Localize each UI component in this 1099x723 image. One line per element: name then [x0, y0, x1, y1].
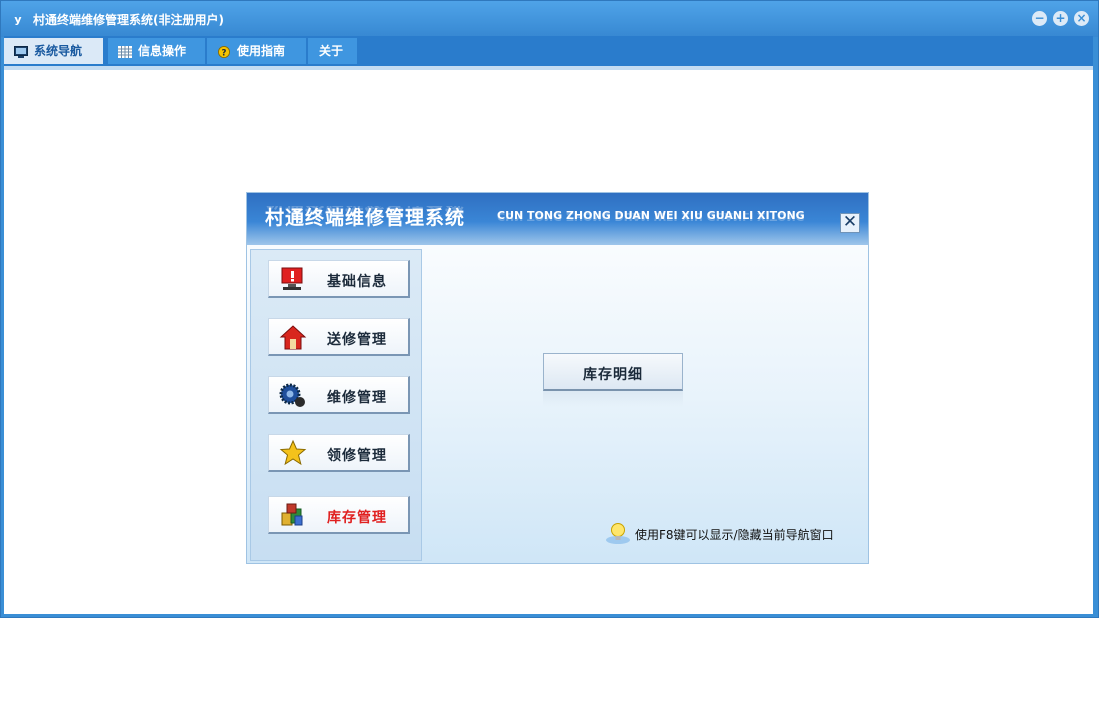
menu-bar: 系统导航 信息操作 ? 使用指南 关于 [4, 36, 1093, 66]
alert-monitor-icon [281, 267, 303, 290]
window-title: 村通终端维修管理系统(非注册用户) [33, 13, 224, 27]
nav-button-repair-send[interactable]: 送修管理 [268, 318, 410, 356]
inventory-detail-button[interactable]: 库存明细 [543, 353, 683, 391]
help-icon: ? [218, 45, 230, 58]
nav-button-label: 基础信息 [327, 274, 387, 290]
nav-button-label: 送修管理 [327, 332, 387, 348]
navigation-panel: 村通终端维修管理系统 村通终端维修管理系统 CUN TONG ZHONG DUA… [246, 192, 869, 564]
nav-button-label: 库存管理 [327, 510, 387, 526]
nav-button-inventory[interactable]: 库存管理 [268, 496, 410, 534]
nav-button-repair-pickup[interactable]: 领修管理 [268, 434, 410, 472]
panel-header: 村通终端维修管理系统 村通终端维修管理系统 CUN TONG ZHONG DUA… [247, 193, 868, 245]
button-reflection [543, 391, 683, 407]
grid-icon [118, 45, 132, 58]
tab-label: 信息操作 [138, 44, 187, 58]
nav-button-label: 领修管理 [327, 448, 387, 464]
title-bar[interactable]: y 村通终端维修管理系统(非注册用户) − + × [1, 1, 1098, 37]
panel-close-button[interactable]: ✕ [840, 213, 860, 233]
nav-button-repair-manage[interactable]: 维修管理 [268, 376, 410, 414]
tab-label: 系统导航 [34, 44, 83, 58]
nav-button-column: 基础信息 送修管理 维修管理 领修管理 库存管理 [250, 249, 422, 561]
house-icon [279, 325, 307, 350]
panel-title-reflection: 村通终端维修管理系统 [265, 206, 466, 218]
tab-label: 关于 [319, 44, 344, 58]
boxes-icon [281, 503, 303, 526]
tab-user-guide[interactable]: ? 使用指南 [207, 38, 307, 64]
tab-info-operation[interactable]: 信息操作 [108, 38, 206, 64]
maximize-button[interactable]: + [1053, 11, 1068, 26]
panel-subtitle-reflection: CUN TONG ZHONG DUAN WEI XIU GUANLI XITON… [497, 210, 805, 223]
close-button[interactable]: × [1074, 11, 1089, 26]
nav-button-label: 维修管理 [327, 390, 387, 406]
inventory-detail-label: 库存明细 [583, 367, 643, 383]
tip-text: 使用F8键可以显示/隐藏当前导航窗口 [635, 528, 834, 542]
gear-icon [279, 383, 305, 407]
minimize-button[interactable]: − [1032, 11, 1047, 26]
monitor-icon [14, 45, 28, 58]
tab-system-navigation[interactable]: 系统导航 [4, 38, 104, 64]
tab-label: 使用指南 [237, 44, 286, 58]
tab-about[interactable]: 关于 [308, 38, 358, 64]
svg-text:?: ? [222, 48, 227, 58]
nav-button-basic-info[interactable]: 基础信息 [268, 260, 410, 298]
lightbulb-icon [606, 523, 630, 544]
star-icon [279, 439, 307, 466]
app-logo-icon: y [14, 13, 22, 26]
